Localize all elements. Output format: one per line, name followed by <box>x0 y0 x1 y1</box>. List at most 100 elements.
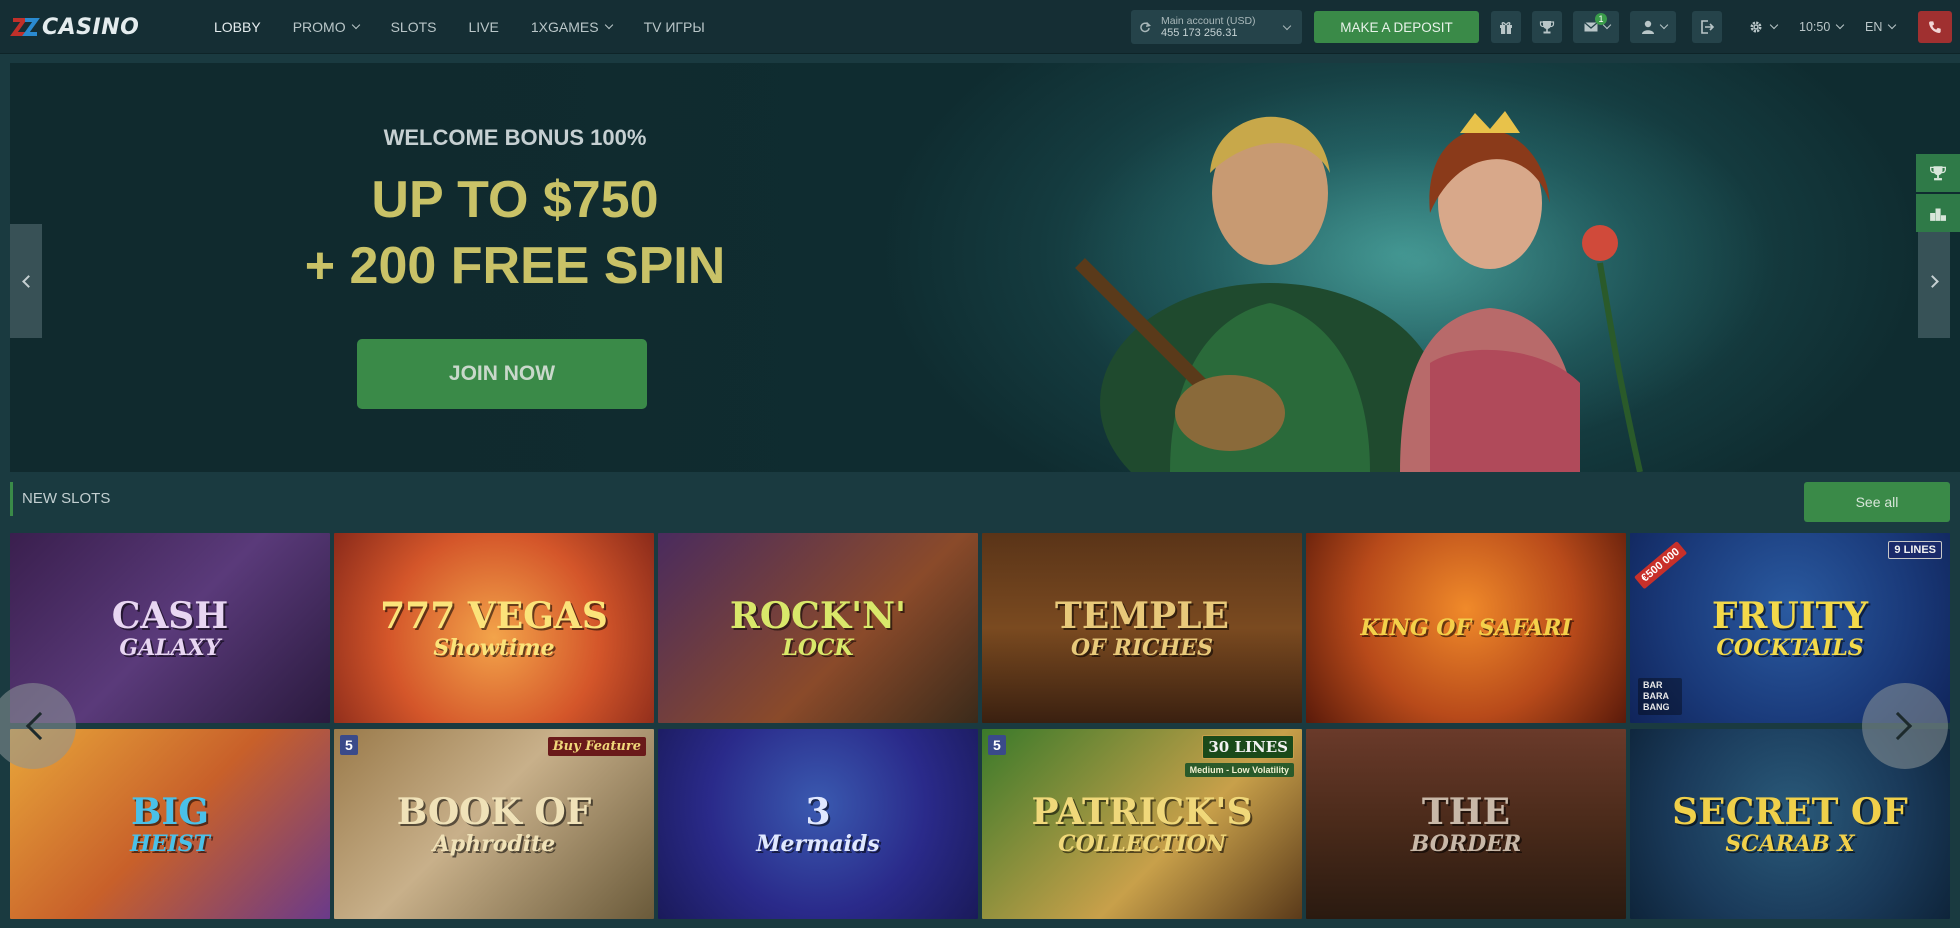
nav-item-promo[interactable]: PROMO <box>277 0 375 54</box>
nav-item-live[interactable]: LIVE <box>453 0 515 54</box>
phone-icon <box>1929 21 1941 33</box>
chevron-down-icon <box>1659 20 1668 30</box>
trophy-icon <box>1930 166 1946 181</box>
user-icon <box>1641 20 1654 34</box>
banner-prev-button[interactable] <box>10 224 42 338</box>
make-deposit-button[interactable]: MAKE A DEPOSIT <box>1314 11 1479 43</box>
slot-title: 3 Mermaids <box>658 792 978 856</box>
lines-count-badge: 5 <box>340 735 358 755</box>
slot-title-main: PATRICK'S <box>1031 791 1253 833</box>
slot-title-main: THE <box>1421 791 1511 833</box>
nav-item-tv-игры[interactable]: TV ИГРЫ <box>628 0 721 54</box>
top-header: CASINO LOBBY PROMO SLOTS LIVE 1XGAMES TV ИГРЫ… <box>0 0 1960 54</box>
nav-item-lobby[interactable]: LOBBY <box>198 0 277 54</box>
chevron-left-icon <box>25 711 55 741</box>
slot-tile[interactable]: KING OF SAFARI <box>1306 533 1626 723</box>
trophy-icon <box>1539 21 1555 34</box>
nav-item-label: TV ИГРЫ <box>643 19 705 35</box>
banner-title-line1: UP TO $750 <box>371 171 659 229</box>
chevron-down-icon <box>1769 20 1779 30</box>
slot-title-main: CASH <box>111 595 229 637</box>
volatility-badge: Medium - Low Volatility <box>1184 763 1294 777</box>
slot-title: CASH GALAXY <box>10 596 330 660</box>
slot-tile[interactable]: THE BORDER <box>1306 729 1626 919</box>
chevron-right-icon <box>1925 274 1939 288</box>
main-nav: LOBBY PROMO SLOTS LIVE 1XGAMES TV ИГРЫ <box>198 0 721 54</box>
chevron-left-icon <box>21 274 35 288</box>
nav-item-label: PROMO <box>292 19 346 35</box>
slot-tile[interactable]: BOOK OF Aphrodite Buy Feature 5 <box>334 729 654 919</box>
account-balance: 455 173 256.31 <box>1161 27 1238 39</box>
slot-title: BIG HEIST <box>10 792 330 856</box>
slots-next-button[interactable] <box>1862 683 1948 769</box>
clock-time: 10:50 <box>1799 20 1831 34</box>
gift-icon <box>1500 22 1512 34</box>
slot-title-main: 3 <box>805 791 831 833</box>
banner-next-button[interactable] <box>1918 224 1950 338</box>
lines-count-badge: 5 <box>988 735 1006 755</box>
messages-button[interactable]: 1 <box>1573 11 1619 43</box>
nav-item-label: 1XGAMES <box>530 19 599 35</box>
time-dropdown[interactable]: 10:50 <box>1799 11 1845 43</box>
logo-text: CASINO <box>42 14 140 40</box>
refresh-icon[interactable] <box>1139 21 1151 33</box>
profile-button[interactable] <box>1630 11 1676 43</box>
slot-title-main: ROCK'N' <box>729 595 907 637</box>
chevron-down-icon <box>1888 20 1897 30</box>
slot-title-sub: SCARAB X <box>1725 831 1855 857</box>
account-selector[interactable]: Main account (USD) 455 173 256.31 <box>1131 10 1302 44</box>
chevron-down-icon <box>1836 20 1845 30</box>
nav-item-label: LIVE <box>468 19 499 35</box>
slot-title-sub: Showtime <box>433 635 555 661</box>
slot-title-main: BOOK OF <box>396 791 592 833</box>
slot-title: FRUITY COCKTAILS <box>1630 596 1950 660</box>
slot-tile[interactable]: ROCK'N' LOCK <box>658 533 978 723</box>
slot-tile[interactable]: PATRICK'S COLLECTION 30 LINES Medium - Low … <box>982 729 1302 919</box>
slot-tile[interactable]: 3 Mermaids <box>658 729 978 919</box>
promo-banner[interactable]: WELCOME BONUS 100% UP TO $750 + 200 FREE… <box>10 63 1960 472</box>
gear-icon <box>1750 21 1762 33</box>
settings-dropdown[interactable] <box>1748 11 1779 43</box>
nav-item-1xgames[interactable]: 1XGAMES <box>515 0 628 54</box>
slot-title: ROCK'N' LOCK <box>658 596 978 660</box>
chevron-down-icon <box>1282 21 1292 31</box>
slot-title-main: SECRET OF <box>1672 791 1908 833</box>
join-now-button[interactable]: JOIN NOW <box>357 339 647 409</box>
section-title: NEW SLOTS <box>22 490 111 507</box>
slot-title-sub: HEIST <box>129 831 211 857</box>
lines-badge: 9 LINES <box>1888 541 1942 559</box>
slot-title-sub: COCKTAILS <box>1716 635 1864 661</box>
call-button[interactable] <box>1918 11 1952 43</box>
logo-mark-icon <box>10 14 40 40</box>
slot-title-sub: Aphrodite <box>432 831 556 857</box>
side-tournament-button[interactable] <box>1916 154 1960 192</box>
slot-tile[interactable]: TEMPLE OF RICHES <box>982 533 1302 723</box>
banner-subtitle: WELCOME BONUS 100% <box>383 125 647 150</box>
banner-characters-illustration <box>1075 111 1643 472</box>
slot-title: 777 VEGAS Showtime <box>334 596 654 660</box>
side-leaderboard-button[interactable] <box>1916 194 1960 232</box>
slots-grid: CASH GALAXY 777 VEGAS Showtime ROCK'N' LOCK TE… <box>10 533 1950 919</box>
promo-ribbon: €500 000 <box>1634 541 1688 590</box>
logout-button[interactable] <box>1692 11 1722 43</box>
slot-title-main: FRUITY <box>1711 595 1869 637</box>
buy-feature-badge: Buy Feature <box>547 737 646 756</box>
slot-title-sub: GALAXY <box>119 635 221 661</box>
logout-icon <box>1701 20 1715 34</box>
casino-logo[interactable]: CASINO <box>10 12 139 42</box>
slot-tile[interactable]: 777 VEGAS Showtime <box>334 533 654 723</box>
trophy-button[interactable] <box>1532 11 1562 43</box>
see-all-button[interactable]: See all <box>1804 482 1950 522</box>
account-title: Main account (USD) <box>1161 15 1256 27</box>
gift-button[interactable] <box>1491 11 1521 43</box>
nav-item-label: LOBBY <box>214 19 261 35</box>
nav-item-slots[interactable]: SLOTS <box>375 0 453 54</box>
slot-title: THE BORDER <box>1306 792 1626 856</box>
slot-title-sub: Mermaids <box>756 831 880 857</box>
slot-title-main: 777 VEGAS <box>380 595 608 637</box>
lines-badge: 30 LINES <box>1202 735 1294 759</box>
language-dropdown[interactable]: EN <box>1865 11 1897 43</box>
banner-title-line2: + 200 FREE SPIN <box>304 237 726 295</box>
slot-title-sub: COLLECTION <box>1058 831 1226 857</box>
slot-title-main: BIG <box>130 791 209 833</box>
